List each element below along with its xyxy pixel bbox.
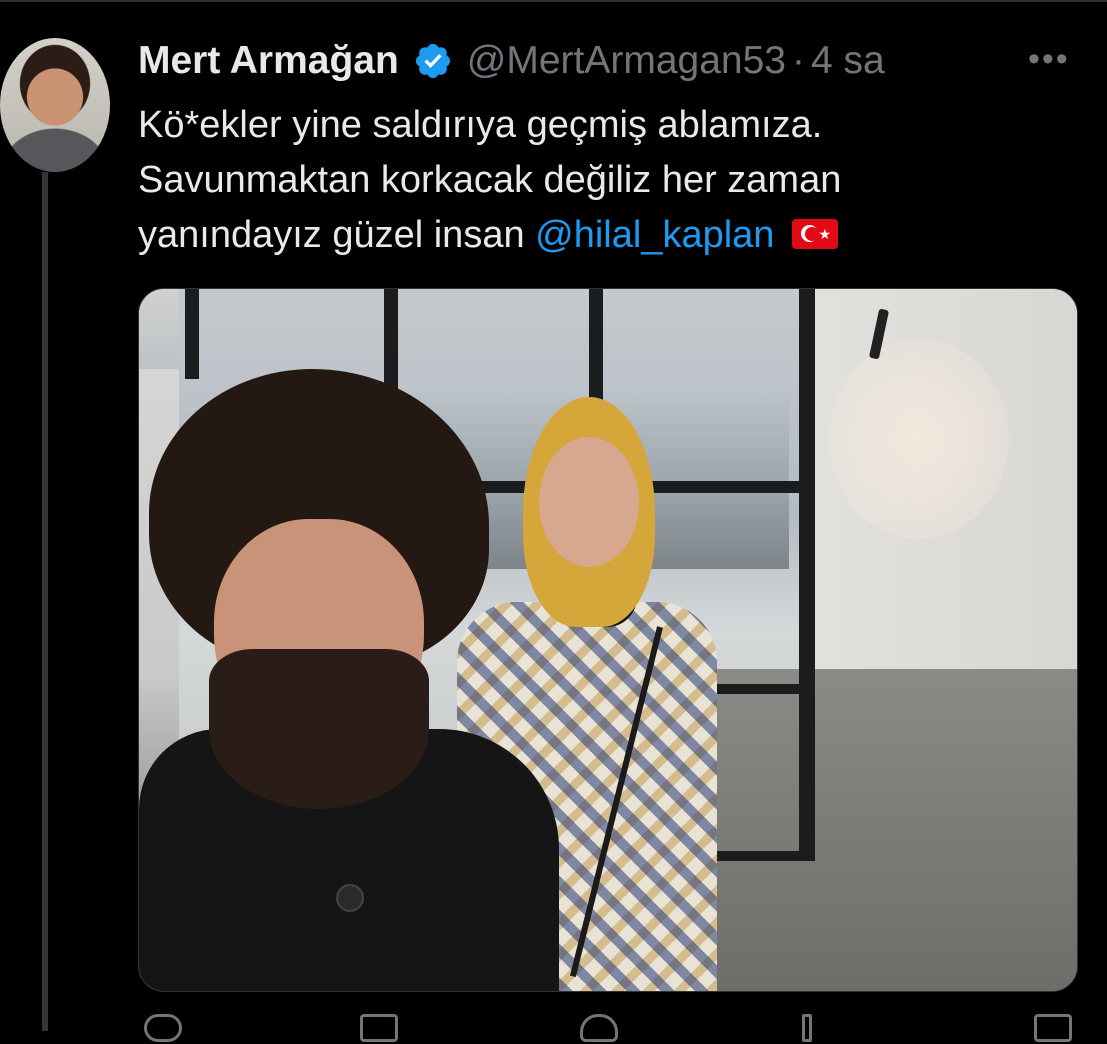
more-icon[interactable]: ••• (1028, 40, 1070, 79)
top-divider (0, 0, 1107, 2)
share-icon[interactable] (1034, 1014, 1072, 1042)
photo-floor (699, 669, 1077, 991)
photo-wall-light (829, 339, 1009, 539)
mention-link[interactable]: @hilal_kaplan (535, 214, 774, 256)
author-handle[interactable]: @MertArmagan53 (467, 39, 786, 83)
tweet-text-line-3-text: yanındayız güzel insan (138, 214, 536, 256)
timestamp[interactable]: 4 sa (811, 39, 885, 83)
separator-dot: · (792, 39, 805, 82)
thread-line (42, 172, 48, 1031)
avatar[interactable] (0, 38, 110, 172)
like-icon[interactable] (580, 1014, 618, 1042)
turkey-flag-icon: ★ (792, 219, 839, 249)
tweet-text-line-1: Kö*ekler yine saldırıya geçmiş ablamıza. (138, 104, 823, 146)
man-coat-button (336, 884, 364, 912)
tweet-header: Mert Armağan @MertArmagan53 · 4 sa (138, 36, 885, 86)
reply-icon[interactable] (144, 1014, 182, 1042)
views-icon[interactable] (802, 1014, 812, 1042)
tweet-text-line-2: Savunmaktan korkacak değiliz her zaman (138, 159, 842, 201)
tweet-photo[interactable] (138, 288, 1078, 992)
photo-person-man (139, 369, 579, 991)
action-bar (138, 1014, 1078, 1044)
retweet-icon[interactable] (360, 1014, 398, 1042)
tweet-text-line-3: yanındayız güzel insan @hilal_kaplan ★ (138, 208, 1038, 263)
photo-frame-post-4 (799, 289, 815, 859)
photo-frame-post-1 (185, 289, 199, 379)
author-name[interactable]: Mert Armağan (138, 39, 399, 83)
tweet-text: Kö*ekler yine saldırıya geçmiş ablamıza.… (138, 98, 1038, 263)
man-beard (209, 649, 429, 809)
verified-badge-icon (415, 43, 450, 79)
